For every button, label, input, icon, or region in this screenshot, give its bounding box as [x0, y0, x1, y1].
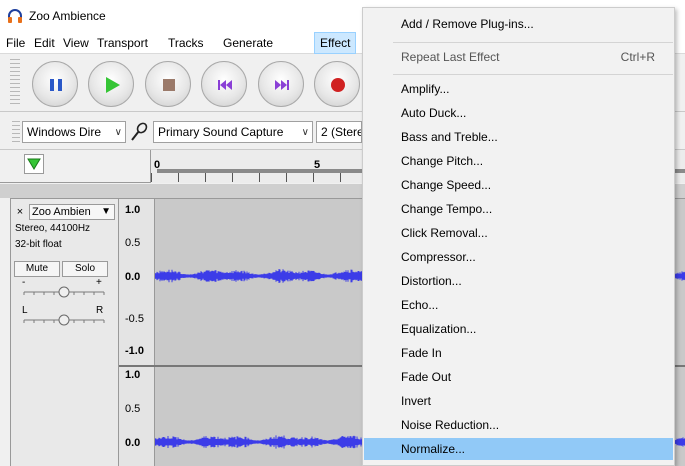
menu-item-change-tempo[interactable]: Change Tempo...	[364, 198, 673, 220]
scale-label: 1.0	[125, 204, 141, 216]
menu-item-change-pitch[interactable]: Change Pitch...	[364, 150, 673, 172]
gain-slider[interactable]: - +	[16, 277, 112, 299]
menu-generate[interactable]: Generate	[218, 32, 278, 54]
scale-label: 0.5	[125, 403, 141, 415]
mute-button[interactable]: Mute	[14, 261, 60, 277]
menu-transport[interactable]: Transport	[92, 32, 153, 54]
record-icon	[331, 78, 345, 92]
track-rate-info: Stereo, 44100Hz	[15, 223, 91, 234]
device-toolbar-grip[interactable]	[12, 121, 20, 143]
scale-label: 0.0	[125, 271, 141, 283]
menu-item-equalization[interactable]: Equalization...	[364, 318, 673, 340]
pan-left-label: L	[22, 305, 28, 316]
track-control-panel: × Zoo Ambien ▼ Stereo, 44100Hz 32-bit fl…	[11, 199, 119, 466]
skip-to-end-icon	[275, 80, 289, 90]
play-icon	[106, 77, 120, 93]
menu-item-noise-reduction[interactable]: Noise Reduction...	[364, 414, 673, 436]
pause-icon	[50, 79, 62, 91]
skip-to-start-button[interactable]	[201, 61, 247, 107]
close-track-icon[interactable]: ×	[13, 205, 27, 219]
menu-item-invert[interactable]: Invert	[364, 390, 673, 412]
chevron-down-icon: ∨	[114, 127, 122, 138]
scale-label: 1.0	[125, 369, 141, 381]
vertical-scale: 1.0 0.5 0.0 -0.5 -1.0 1.0 0.5 0.0	[119, 199, 155, 466]
menu-item-amplify[interactable]: Amplify...	[364, 78, 673, 100]
pan-slider[interactable]: L R	[16, 305, 112, 327]
track-format-info: 32-bit float	[15, 239, 62, 250]
scale-label: -0.5	[125, 313, 144, 325]
play-button[interactable]	[88, 61, 134, 107]
menu-item-label: Repeat Last Effect	[401, 50, 500, 64]
menu-effect[interactable]: Effect	[314, 32, 357, 54]
scale-label: 0.0	[125, 437, 141, 449]
menu-item-bass-treble[interactable]: Bass and Treble...	[364, 126, 673, 148]
ruler-label-5: 5	[314, 159, 321, 171]
audio-host-value: Windows Dire	[27, 125, 102, 139]
timeline-options-button[interactable]	[24, 154, 44, 174]
stop-icon	[163, 79, 175, 91]
channel-divider	[119, 365, 155, 367]
recording-device-value: Primary Sound Capture	[158, 125, 284, 139]
menu-item-fade-in[interactable]: Fade In	[364, 342, 673, 364]
headphones-icon	[7, 8, 23, 24]
recording-device-select[interactable]: Primary Sound Capture ∨	[153, 121, 313, 143]
track-name-menu[interactable]: Zoo Ambien ▼	[29, 204, 115, 220]
menu-item-normalize[interactable]: Normalize...	[364, 438, 673, 460]
window-title: Zoo Ambience	[29, 9, 106, 23]
chevron-down-icon: ∨	[301, 127, 309, 138]
chevron-down-icon: ▼	[101, 206, 111, 217]
effect-menu: Add / Remove Plug-ins... Repeat Last Eff…	[362, 7, 675, 466]
pause-button[interactable]	[32, 61, 78, 107]
menu-item-change-speed[interactable]: Change Speed...	[364, 174, 673, 196]
gain-minus-label: -	[22, 277, 26, 288]
record-button[interactable]	[314, 61, 360, 107]
menu-file[interactable]: File	[1, 32, 30, 54]
scale-label: 0.5	[125, 237, 141, 249]
menu-item-compressor[interactable]: Compressor...	[364, 246, 673, 268]
recording-channels-select[interactable]: 2 (Stere	[316, 121, 362, 143]
menu-item-fade-out[interactable]: Fade Out	[364, 366, 673, 388]
stop-button[interactable]	[145, 61, 191, 107]
menu-separator	[393, 42, 673, 43]
shortcut-label: Ctrl+R	[620, 50, 655, 64]
scale-label: -1.0	[125, 345, 144, 357]
ruler-label-0: 0	[154, 159, 161, 171]
play-at-speed-icon	[27, 158, 41, 170]
recording-channels-value: 2 (Stere	[321, 125, 362, 139]
menu-view[interactable]: View	[58, 32, 94, 54]
gain-plus-label: +	[96, 277, 102, 288]
microphone-icon	[129, 122, 149, 142]
menu-item-add-remove-plugins[interactable]: Add / Remove Plug-ins...	[364, 13, 673, 35]
menu-item-click-removal[interactable]: Click Removal...	[364, 222, 673, 244]
audio-host-select[interactable]: Windows Dire ∨	[22, 121, 126, 143]
track-name: Zoo Ambien	[32, 206, 91, 218]
menu-item-echo[interactable]: Echo...	[364, 294, 673, 316]
skip-to-start-icon	[218, 80, 232, 90]
toolbar-grip[interactable]	[10, 59, 20, 107]
menu-item-repeat-last-effect[interactable]: Repeat Last Effect Ctrl+R	[364, 46, 673, 68]
menu-edit[interactable]: Edit	[29, 32, 60, 54]
skip-to-end-button[interactable]	[258, 61, 304, 107]
menu-separator	[393, 74, 673, 75]
menu-item-auto-duck[interactable]: Auto Duck...	[364, 102, 673, 124]
menu-tracks[interactable]: Tracks	[163, 32, 209, 54]
solo-button[interactable]: Solo	[62, 261, 108, 277]
menu-item-distortion[interactable]: Distortion...	[364, 270, 673, 292]
pan-right-label: R	[96, 305, 104, 316]
